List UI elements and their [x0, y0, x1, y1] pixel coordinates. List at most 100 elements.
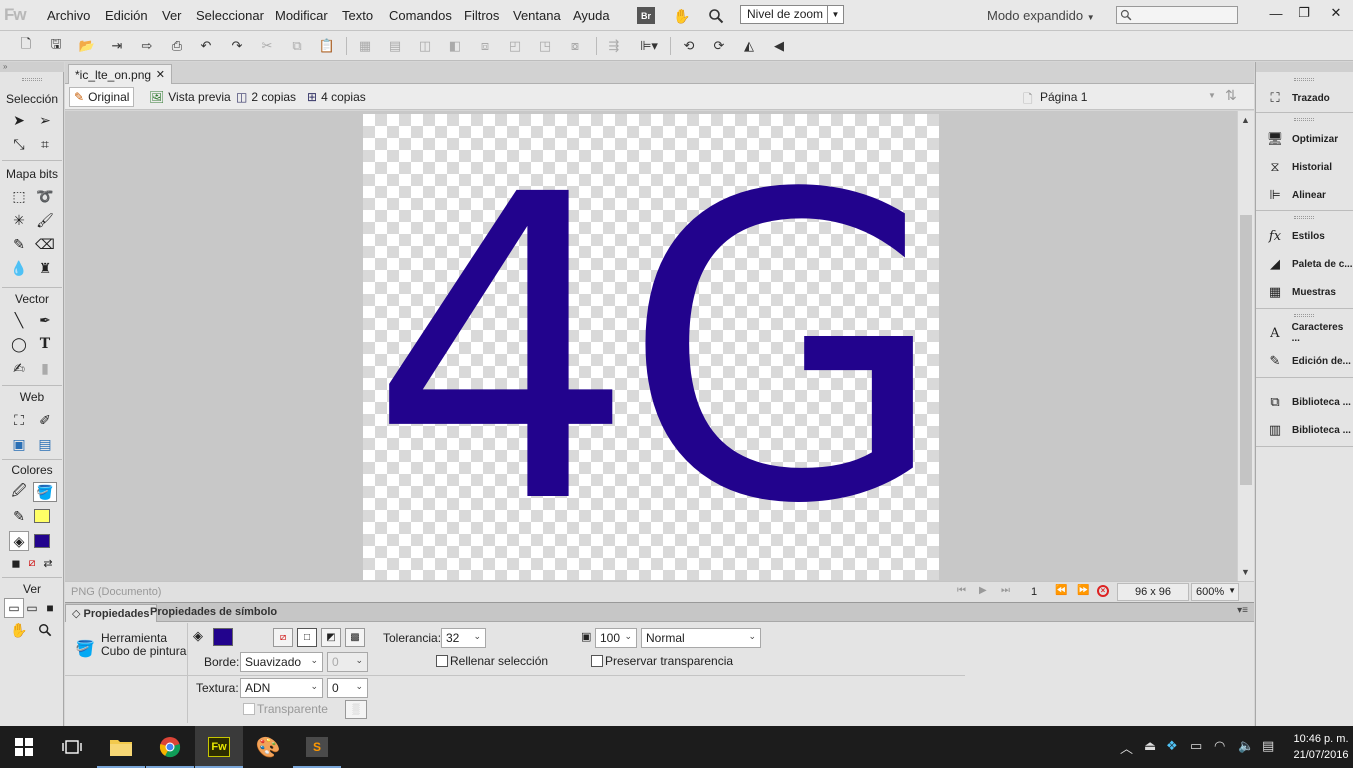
- canvas-dimensions[interactable]: 96 x 96: [1117, 583, 1189, 601]
- panel-caracteres[interactable]: A Caracteres ...: [1266, 322, 1353, 344]
- bridge-icon[interactable]: Br: [637, 7, 655, 24]
- view-preview-button[interactable]: 🖼 Vista previa: [145, 87, 235, 107]
- standard-screen-icon[interactable]: ▭: [4, 598, 24, 618]
- flip-horizontal-icon[interactable]: ◭: [739, 37, 759, 55]
- taskbar-chrome[interactable]: [146, 726, 194, 768]
- menu-comandos[interactable]: Comandos: [389, 8, 452, 23]
- wifi-icon[interactable]: ◠: [1214, 738, 1225, 754]
- chevron-down-icon[interactable]: ▼: [827, 6, 843, 23]
- panel-grip[interactable]: [1294, 216, 1314, 219]
- menu-filtros[interactable]: Filtros: [464, 8, 499, 23]
- panel-edicion[interactable]: ✎ Edición de...: [1266, 351, 1351, 371]
- redo-icon[interactable]: ↷: [227, 37, 247, 55]
- line-tool-icon[interactable]: ╲: [9, 310, 29, 330]
- eyedropper-tool-icon[interactable]: 🖉: [9, 482, 29, 502]
- scroll-thumb[interactable]: [1240, 215, 1252, 485]
- first-frame-icon[interactable]: ⏮: [957, 585, 966, 596]
- taskbar-fireworks[interactable]: Fw: [195, 726, 243, 768]
- freeform-tool-icon[interactable]: ✍: [9, 358, 29, 378]
- menu-ayuda[interactable]: Ayuda: [573, 8, 610, 23]
- bring-front-icon[interactable]: ⧈: [475, 37, 495, 55]
- preservar-transparencia-checkbox[interactable]: [591, 655, 603, 667]
- swap-colors-icon[interactable]: ⇄: [38, 553, 58, 573]
- zoom-select[interactable]: 600% ▼: [1191, 583, 1239, 601]
- textura-select[interactable]: ADN ⌄: [240, 678, 323, 698]
- borde-select[interactable]: Suavizado ⌄: [240, 652, 323, 672]
- copy-icon[interactable]: ⧉: [287, 37, 307, 55]
- zoom-tool-icon[interactable]: [35, 620, 55, 640]
- paste-icon[interactable]: 📋: [317, 37, 337, 55]
- panel-historial[interactable]: ⧖ Historial: [1266, 157, 1332, 177]
- transparente-checkbox[interactable]: [243, 703, 255, 715]
- panel-muestras[interactable]: ▦ Muestras: [1266, 282, 1336, 302]
- bring-forward-icon[interactable]: ◰: [505, 37, 525, 55]
- panel-paleta-color[interactable]: ◢ Paleta de c...: [1266, 254, 1353, 274]
- blend-mode-select[interactable]: Normal ⌄: [641, 628, 761, 648]
- panel-menu-icon[interactable]: ▾≡: [1237, 605, 1248, 616]
- taskbar-paint[interactable]: 🎨: [244, 726, 292, 768]
- panel-grip[interactable]: [1294, 78, 1314, 81]
- cut-icon[interactable]: ✂: [257, 37, 277, 55]
- panel-trazado[interactable]: ⛶ Trazado: [1266, 88, 1329, 108]
- close-icon[interactable]: ✕: [1322, 2, 1350, 24]
- split-icon[interactable]: ◧: [445, 37, 465, 55]
- textura-amount[interactable]: 0 ⌄: [327, 678, 368, 698]
- send-back-icon[interactable]: ⧇: [565, 37, 585, 55]
- ungroup-icon[interactable]: ▤: [385, 37, 405, 55]
- full-screen-icon[interactable]: ■: [40, 598, 60, 618]
- panel-optimizar[interactable]: 🖥 Optimizar: [1266, 129, 1338, 149]
- restore-icon[interactable]: ❐: [1290, 2, 1318, 24]
- minimize-icon[interactable]: —: [1262, 2, 1290, 24]
- subselection-tool-icon[interactable]: ➢: [35, 110, 55, 130]
- scroll-up-icon[interactable]: ▲: [1241, 115, 1250, 125]
- menu-texto[interactable]: Texto: [342, 8, 373, 23]
- hotspot-tool-icon[interactable]: ⛶: [9, 410, 29, 430]
- pen-tool-icon[interactable]: ✒: [35, 310, 55, 330]
- rotate-left-icon[interactable]: ⟲: [679, 37, 699, 55]
- full-screen-menus-icon[interactable]: ▭: [22, 598, 42, 618]
- fill-color-swatch[interactable]: [34, 534, 50, 548]
- panel-biblioteca-2[interactable]: ▥ Biblioteca ...: [1266, 420, 1351, 440]
- menu-ventana[interactable]: Ventana: [513, 8, 561, 23]
- right-panel-collapse-bar[interactable]: [1256, 62, 1353, 72]
- ellipse-tool-icon[interactable]: ◯: [9, 334, 29, 354]
- rellenar-seleccion-checkbox[interactable]: [436, 655, 448, 667]
- texture-preview-icon[interactable]: ▒: [345, 700, 367, 719]
- prev-frame-icon[interactable]: ⏪: [1055, 585, 1067, 596]
- blur-tool-icon[interactable]: 💧: [9, 258, 29, 278]
- view-4up-button[interactable]: ⊞ 4 copias: [303, 87, 370, 107]
- open-icon[interactable]: 📂: [77, 37, 97, 55]
- page-manage-icon[interactable]: ⇅: [1225, 87, 1237, 104]
- play-icon[interactable]: ▶: [979, 585, 987, 596]
- page-selector[interactable]: Página 1: [1040, 90, 1087, 104]
- tools-collapse-bar[interactable]: »: [0, 62, 64, 72]
- menu-edicion[interactable]: Edición: [105, 8, 148, 23]
- stroke-color-swatch[interactable]: [34, 509, 50, 523]
- taskbar-sublime[interactable]: S: [293, 726, 341, 768]
- text-tool-icon[interactable]: T: [35, 334, 55, 354]
- group-icon[interactable]: ▦: [355, 37, 375, 55]
- new-file-icon[interactable]: 🗋: [16, 36, 36, 55]
- menu-ver[interactable]: Ver: [162, 8, 182, 23]
- import-icon[interactable]: ⇥: [107, 37, 127, 55]
- knife-tool-icon[interactable]: ▮: [35, 358, 55, 378]
- show-slices-icon[interactable]: ▤: [35, 434, 55, 454]
- magic-wand-tool-icon[interactable]: ✳: [9, 210, 29, 230]
- fill-color-swatch[interactable]: [213, 628, 233, 646]
- menu-seleccionar[interactable]: Seleccionar: [196, 8, 264, 23]
- panel-biblioteca-1[interactable]: ⧉ Biblioteca ...: [1266, 392, 1351, 412]
- export-icon[interactable]: ⇨: [137, 37, 157, 55]
- stamp-tool-icon[interactable]: ♜: [35, 258, 55, 278]
- fill-gradient-icon[interactable]: ◩: [321, 628, 341, 647]
- dropbox-icon[interactable]: ❖: [1166, 738, 1178, 754]
- start-button[interactable]: [0, 726, 48, 768]
- print-icon[interactable]: ⎙: [167, 37, 187, 55]
- eraser-tool-icon[interactable]: ⌫: [35, 234, 55, 254]
- canvas-vertical-scrollbar[interactable]: ▲ ▼: [1237, 111, 1254, 581]
- taskbar-clock[interactable]: 10:46 p. m. 21/07/2016: [1290, 731, 1352, 763]
- taskbar-file-explorer[interactable]: [97, 726, 145, 768]
- brush-tool-icon[interactable]: 🖌: [35, 210, 55, 230]
- panel-alinear[interactable]: ⊫ Alinear: [1266, 185, 1326, 205]
- panel-estilos[interactable]: fx Estilos: [1266, 226, 1325, 246]
- document-canvas[interactable]: 4G: [363, 114, 939, 580]
